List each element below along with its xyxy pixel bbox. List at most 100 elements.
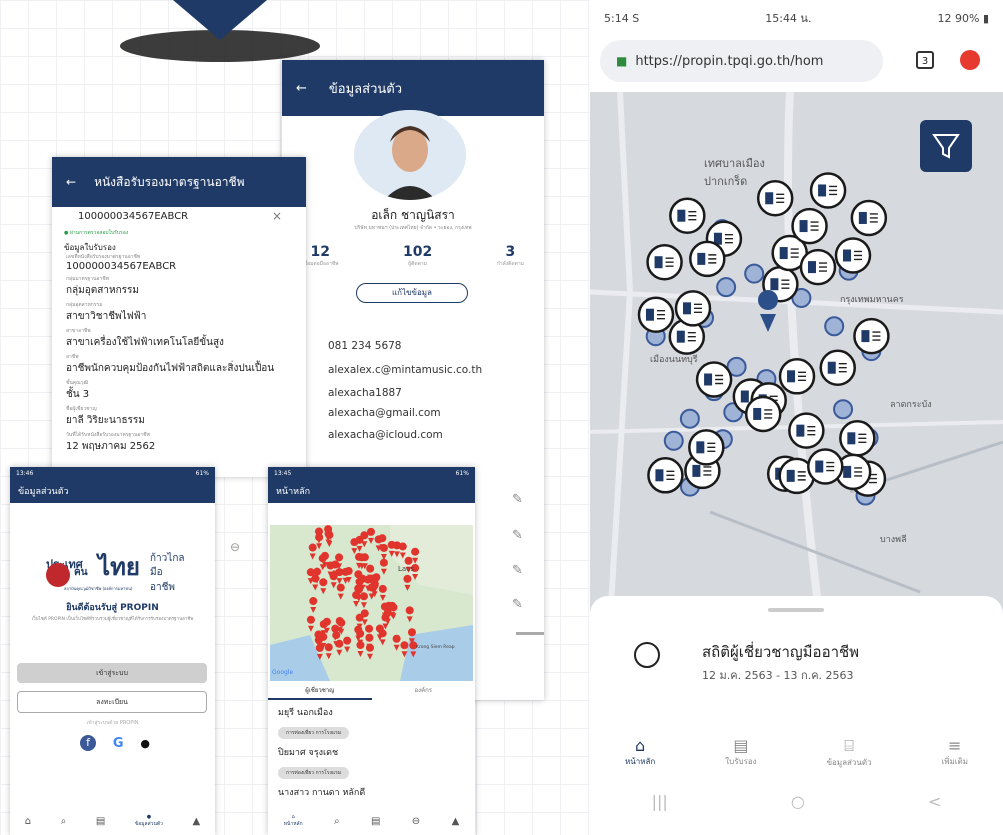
edit-pencil-icon[interactable]: ✎ <box>512 563 526 578</box>
status-bar: 13:45 61% <box>268 467 475 479</box>
back-arrow-icon[interactable]: ← <box>66 175 76 189</box>
bottom-nav: ⌂ หน้าหลัก ▤ ใบรับรอง ⌸ ข้อมูลส่วนตัว ≡ เพิ่… <box>590 736 1003 769</box>
tab-count-button[interactable]: 3 <box>916 51 934 69</box>
url-text[interactable]: https://propin.tpqi.go.th/hom <box>635 54 823 69</box>
expert-cluster-marker[interactable] <box>647 457 684 494</box>
expert-cluster-marker[interactable] <box>791 207 828 245</box>
home-icon[interactable]: ⌂ <box>25 816 31 827</box>
map-label-krong: Krong Siem Reap <box>416 645 455 650</box>
expert-cluster-marker[interactable] <box>807 448 844 485</box>
certificate-search-value[interactable]: 100000034567EABCR <box>78 211 188 222</box>
edit-pencil-icon[interactable]: ✎ <box>512 597 526 612</box>
expert-cluster-marker[interactable] <box>689 240 726 278</box>
back-arrow-icon[interactable]: ← <box>296 81 307 96</box>
contact-work-email: alexalex.c@mintamusic.co.th <box>328 364 483 376</box>
list-item[interactable]: ปิยมาศ จรุงเดช การท่องเที่ยว การโรงแรม <box>278 745 468 779</box>
bell-icon[interactable]: ▲ <box>193 816 201 827</box>
verified-status: ● ผ่านการตรวจสอบใบรับรอง <box>64 230 129 236</box>
back-icon[interactable]: < <box>928 792 941 811</box>
expert-cluster-marker[interactable] <box>853 317 890 355</box>
expert-cluster-marker[interactable] <box>839 420 876 457</box>
expert-cluster-marker[interactable] <box>669 197 706 234</box>
home-tabs: ผู้เชี่ยวชาญ องค์กร <box>268 685 475 700</box>
profile-name: อเล็ก ชาญนิสรา <box>371 208 455 222</box>
home-circle-icon[interactable]: ○ <box>791 792 805 811</box>
profile-header: ← ข้อมูลส่วนตัว <box>282 60 544 116</box>
edit-pencil-icon[interactable]: ✎ <box>512 492 526 507</box>
document-icon: ▤ <box>733 736 749 755</box>
welcome-screen: 13:4661% ข้อมูลส่วนตัว ประเทศ คน ไทย ก้า… <box>10 467 215 835</box>
nav-home[interactable]: ⌂ หน้าหลัก <box>625 736 655 769</box>
person-icon[interactable]: ⊖ <box>412 816 420 827</box>
expert-cluster-marker[interactable] <box>799 248 837 286</box>
expert-dot-marker[interactable] <box>679 408 700 429</box>
welcome-header: ข้อมูลส่วนตัว <box>10 479 215 503</box>
apple-icon[interactable]: ● <box>140 737 150 750</box>
expert-dot-marker[interactable] <box>663 430 684 451</box>
edit-profile-button[interactable]: แก้ไขข้อมูล <box>356 283 468 303</box>
certificate-title: หนังสือรับรองมาตรฐานอาชีพ <box>94 174 245 189</box>
expert-cluster-marker[interactable] <box>788 412 825 449</box>
expert-list: มยุรี นอกเมือง การท่องเที่ยว การโรงแรม ป… <box>278 705 468 799</box>
filter-icon <box>932 134 960 159</box>
document-icon[interactable]: ▤ <box>371 816 380 827</box>
certificate-fields: เลขที่หนังสือรับรองมาตรฐานอาชีพ 100000034… <box>66 253 301 457</box>
expert-cluster-marker[interactable] <box>778 358 816 395</box>
facebook-icon[interactable]: f <box>80 735 96 751</box>
stats-date-range: 12 ม.ค. 2563 - 13 ก.ค. 2563 <box>702 669 854 682</box>
nav-profile[interactable]: ⌸ ข้อมูลส่วนตัว <box>827 736 872 769</box>
expert-cluster-marker[interactable] <box>674 290 712 327</box>
recent-apps-icon[interactable]: ||| <box>652 792 668 811</box>
expert-map[interactable]: Laos Google Krong Siem Reap <box>270 525 473 681</box>
list-item[interactable]: มยุรี นอกเมือง การท่องเที่ยว การโรงแรม <box>278 705 468 739</box>
expert-dot-marker[interactable] <box>744 263 765 284</box>
tab-experts[interactable]: ผู้เชี่ยวชาญ <box>268 685 372 700</box>
propin-logo: ประเทศ คน ไทย ก้าวไกล มืออาชีพ สถาบันคุณ… <box>46 541 186 593</box>
edit-pencil-icon[interactable]: ✎ <box>512 528 526 543</box>
login-button[interactable]: เข้าสู่ระบบ <box>17 663 207 683</box>
expert-cluster-marker[interactable] <box>637 296 675 333</box>
url-bar[interactable]: ■ https://propin.tpqi.go.th/hom <box>600 40 883 82</box>
social-login-row: f G ● <box>80 735 150 751</box>
expert-cluster-marker[interactable] <box>744 395 782 433</box>
lock-icon: ■ <box>616 54 628 68</box>
nav-more[interactable]: ≡ เพิ่มเติม <box>942 736 968 769</box>
field-industry-group: กลุ่มอุตสาหกรรม สาขาวิชาชีพไฟฟ้า <box>66 302 147 322</box>
list-item[interactable]: นางสาว กานดา หลักดี <box>278 785 468 799</box>
expert-cluster-marker[interactable] <box>695 361 733 398</box>
register-button[interactable]: ลงทะเบียน <box>17 691 207 713</box>
search-icon[interactable]: ⌕ <box>61 816 67 827</box>
filter-button[interactable] <box>920 120 972 172</box>
nav-certificate[interactable]: ▤ ใบรับรอง <box>725 736 756 769</box>
stat-followers: 102 ผู้ติดตาม <box>403 244 433 267</box>
field-issue-date: วันที่ได้รับหนังสือรับรองมาตรฐานอาชีพ 12 … <box>66 432 156 452</box>
stat-following: 3 กำลังติดตาม <box>496 244 524 267</box>
expert-cluster-marker[interactable] <box>834 237 872 274</box>
stat-connections: 12 เชื่อมต่อมืออาชีพ <box>302 244 339 267</box>
home-header: หน้าหลัก <box>268 479 475 503</box>
expert-dot-marker[interactable] <box>824 316 845 337</box>
document-icon[interactable]: ▤ <box>96 816 105 827</box>
stats-sheet: สถิติผู้เชี่ยวชาญมืออาชีพ 12 ม.ค. 2563 -… <box>590 596 1003 835</box>
search-icon[interactable]: ⌕ <box>334 816 340 827</box>
expert-cluster-marker[interactable] <box>809 172 847 209</box>
field-occupation: อาชีพ อาชีพนักควบคุมป้องกันไฟฟ้าสถิตและสิ… <box>66 354 275 374</box>
google-icon[interactable]: G <box>113 736 124 751</box>
bell-icon[interactable]: ▲ <box>452 816 460 827</box>
nav-profile[interactable]: ● ข้อมูลส่วนตัว <box>135 814 163 828</box>
expert-dot-marker[interactable] <box>833 399 854 420</box>
drag-handle[interactable] <box>768 608 824 612</box>
stats-title: สถิติผู้เชี่ยวชาญมืออาชีพ <box>702 643 860 661</box>
expert-cluster-marker[interactable] <box>819 349 856 386</box>
tab-organizations[interactable]: องค์กร <box>372 685 476 700</box>
browser-menu-icon[interactable] <box>960 50 980 70</box>
expert-dot-marker[interactable] <box>716 277 737 298</box>
expert-cluster-marker[interactable] <box>646 243 683 281</box>
map-markers <box>270 525 473 681</box>
clear-icon[interactable]: × <box>272 209 282 223</box>
nav-home[interactable]: ⌂ หน้าหลัก <box>284 814 303 828</box>
expert-cluster-marker[interactable] <box>850 199 888 237</box>
expert-cluster-marker[interactable] <box>688 429 725 466</box>
person-icon[interactable]: ⊖ <box>215 540 255 570</box>
field-expert-name: ชื่อผู้เชี่ยวชาญ ยาลี วิริยะนาธรรม <box>66 406 145 426</box>
